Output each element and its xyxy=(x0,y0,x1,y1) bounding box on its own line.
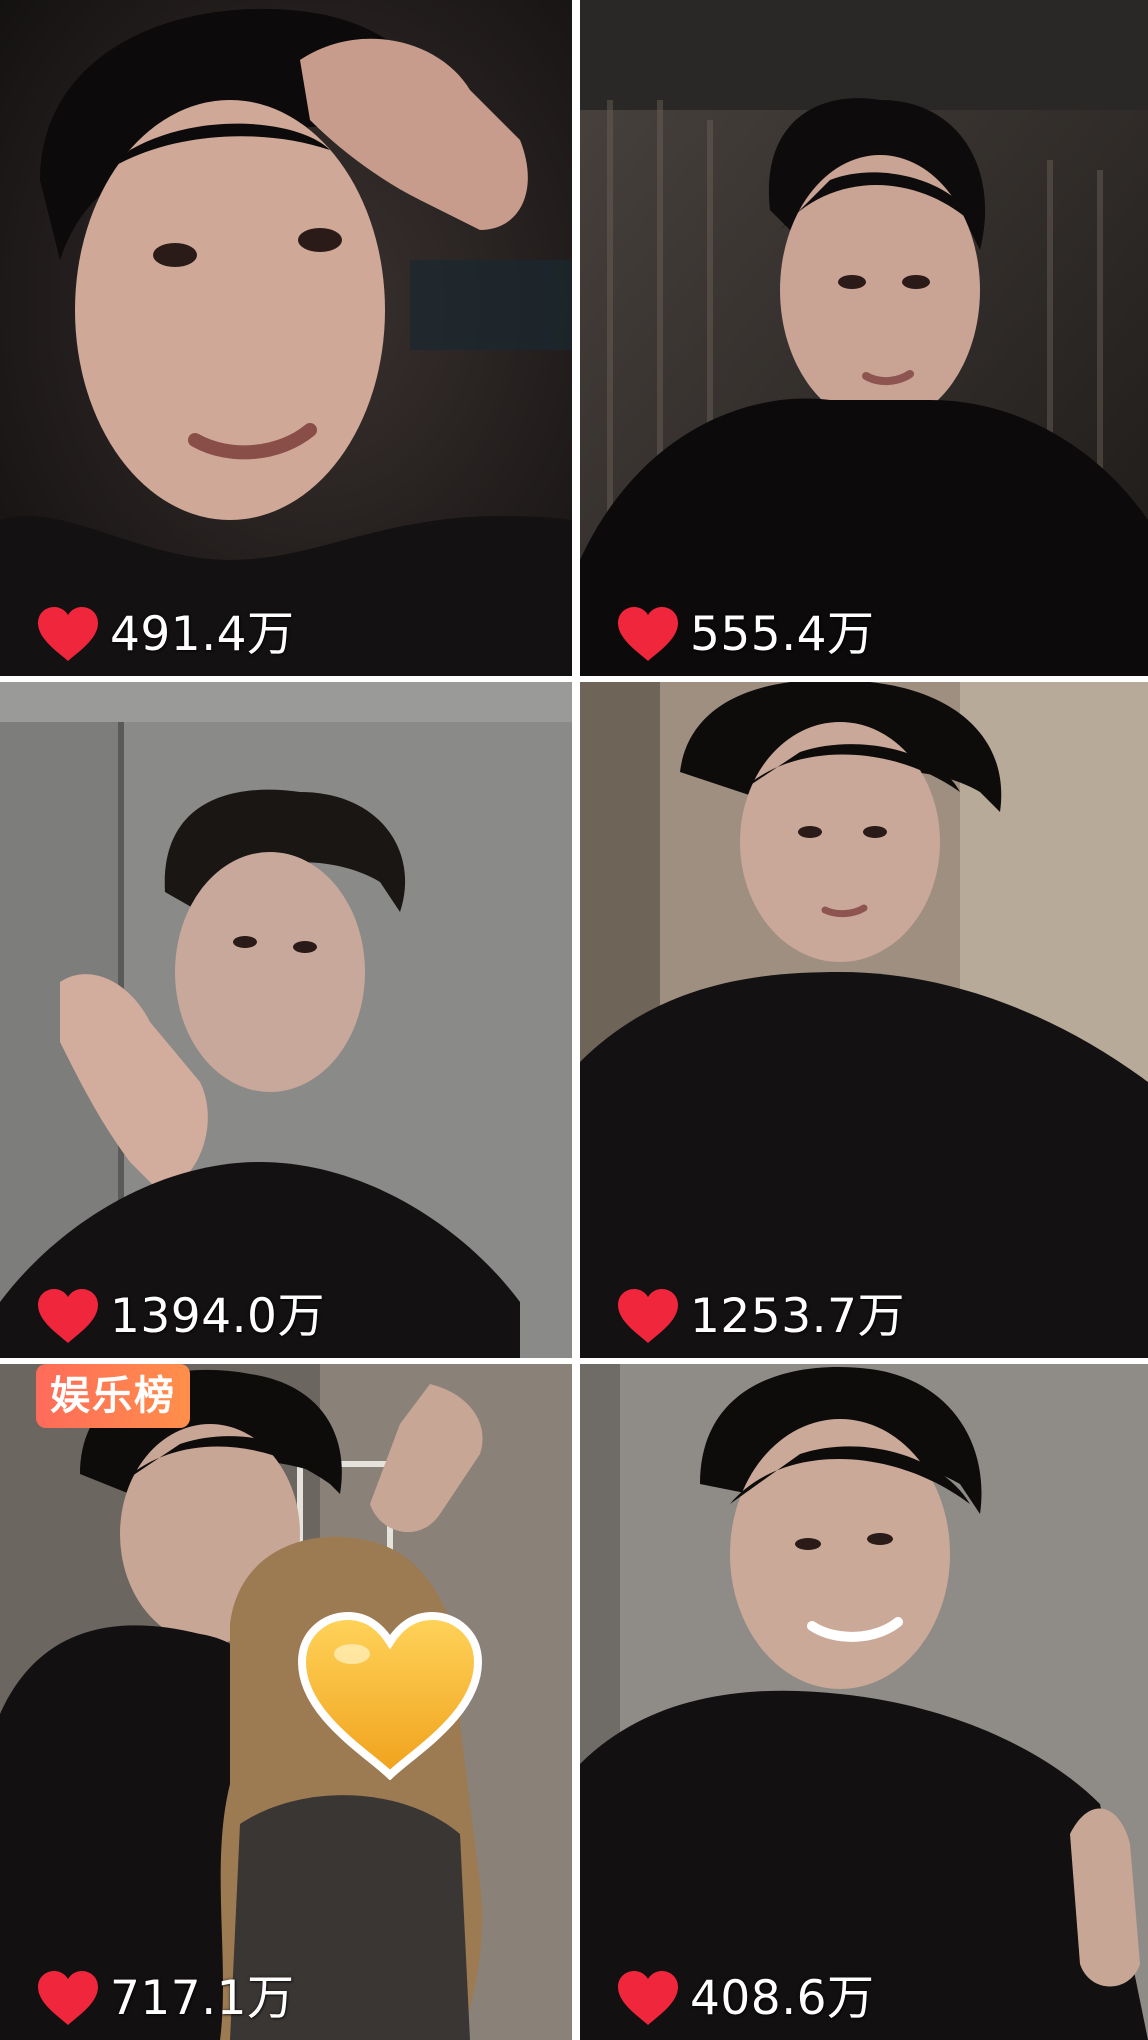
entertainment-ranking-badge: 娱乐榜 xyxy=(36,1364,190,1428)
video-thumbnail xyxy=(0,682,572,1358)
video-thumbnail xyxy=(0,1364,572,2040)
video-tile[interactable]: 408.6万 xyxy=(580,1364,1148,2040)
gold-heart-emoji xyxy=(297,1611,483,1780)
video-tile[interactable]: 491.4万 xyxy=(0,0,572,676)
video-thumbnail xyxy=(0,0,572,676)
video-tile[interactable]: 1253.7万 xyxy=(580,682,1148,1358)
video-thumbnail xyxy=(580,682,1148,1358)
video-thumbnail xyxy=(580,1364,1148,2040)
video-tile[interactable]: 娱乐榜 717.1万 xyxy=(0,1364,572,2040)
video-thumbnail xyxy=(580,0,1148,676)
video-grid: 491.4万 555.4万 1394.0万 1253.7万 娱乐榜 717.1万… xyxy=(0,0,1148,2040)
video-tile[interactable]: 555.4万 xyxy=(580,0,1148,676)
video-tile[interactable]: 1394.0万 xyxy=(0,682,572,1358)
